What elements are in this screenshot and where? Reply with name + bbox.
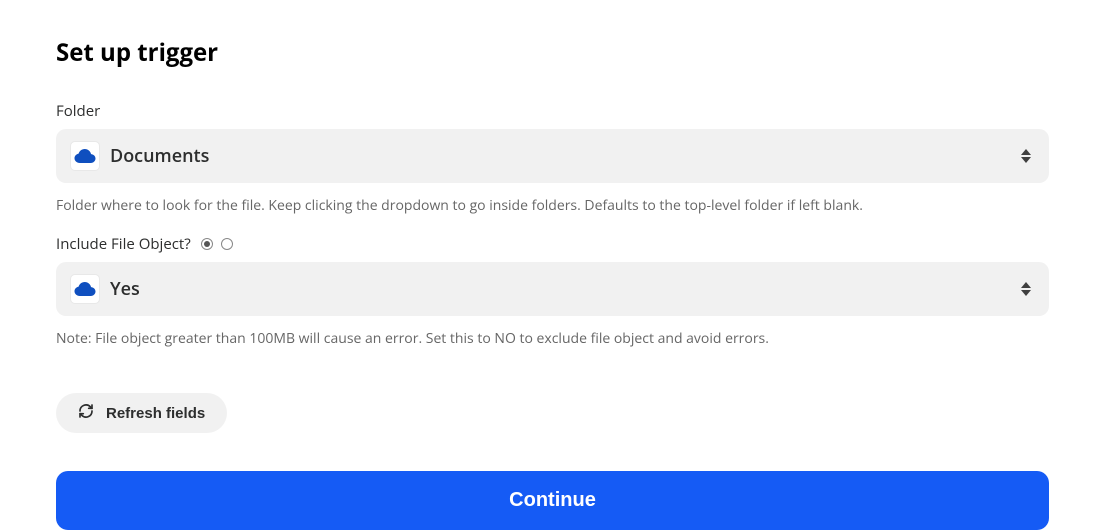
onedrive-icon — [70, 274, 100, 304]
page-title: Set up trigger — [56, 36, 1049, 69]
onedrive-icon — [70, 141, 100, 171]
refresh-fields-button[interactable]: Refresh fields — [56, 393, 227, 433]
radio-option-1[interactable] — [201, 238, 213, 250]
dropdown-chevrons-icon — [1021, 149, 1031, 163]
include-file-object-selected-value: Yes — [110, 277, 1021, 301]
continue-button[interactable]: Continue — [56, 471, 1049, 530]
field-folder: Folder Documents Folder where to look fo… — [56, 101, 1049, 216]
field-include-file-object: Include File Object? Yes Note: File obje… — [56, 234, 1049, 349]
dropdown-chevrons-icon — [1021, 282, 1031, 296]
include-file-object-dropdown[interactable]: Yes — [56, 262, 1049, 316]
folder-help-text: Folder where to look for the file. Keep … — [56, 195, 1049, 216]
refresh-fields-label: Refresh fields — [106, 405, 205, 422]
include-file-object-help-text: Note: File object greater than 100MB wil… — [56, 328, 1049, 349]
folder-label: Folder — [56, 101, 1049, 121]
folder-selected-value: Documents — [110, 144, 1021, 168]
include-file-object-label: Include File Object? — [56, 234, 191, 254]
radio-group — [201, 238, 233, 250]
refresh-icon — [78, 403, 94, 423]
radio-option-2[interactable] — [221, 238, 233, 250]
folder-dropdown[interactable]: Documents — [56, 129, 1049, 183]
